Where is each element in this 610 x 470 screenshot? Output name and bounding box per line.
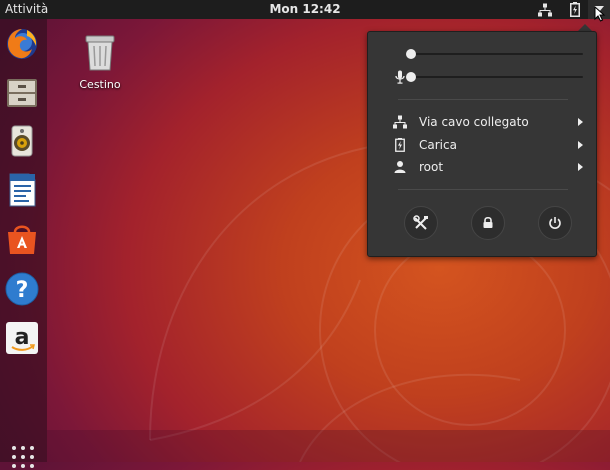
menu-separator [398,99,568,100]
volume-track[interactable] [411,53,583,55]
trash-label: Cestino [79,78,121,91]
menu-item-label: Via cavo collegato [419,115,529,129]
chevron-right-icon [578,141,583,149]
menu-item-label: Carica [419,138,457,152]
menu-pointer [578,24,592,31]
menu-item-label: root [419,160,444,174]
dock: ? a [0,19,47,468]
chevron-right-icon [578,163,583,171]
power-button[interactable] [538,206,572,240]
settings-icon [413,215,428,230]
menu-item-user[interactable]: root [368,157,596,177]
system-menu: Via cavo collegato Carica root [367,31,597,257]
volume-slider[interactable] [368,45,596,63]
help-icon[interactable]: ? [3,270,41,308]
volume-knob[interactable] [406,49,416,59]
power-icon [549,217,561,229]
libreoffice-writer-icon[interactable] [3,171,41,209]
desktop-trash[interactable]: Cestino [76,34,124,91]
files-icon[interactable] [3,73,41,111]
battery-charging-icon[interactable] [570,2,580,17]
amazon-icon[interactable]: a [3,319,41,357]
battery-charging-icon [395,138,405,152]
speaker-icon [394,47,406,61]
microphone-slider[interactable] [368,68,596,86]
menu-item-battery[interactable]: Carica [368,135,596,155]
menu-separator [398,189,568,190]
wired-network-icon[interactable] [538,3,552,17]
microphone-knob[interactable] [406,72,416,82]
settings-button[interactable] [404,206,438,240]
svg-text:a: a [15,325,30,350]
software-center-icon[interactable] [3,220,41,258]
user-icon [394,161,406,173]
microphone-icon [395,70,405,84]
menu-item-wired-network[interactable]: Via cavo collegato [368,112,596,132]
svg-text:?: ? [16,278,29,303]
mouse-pointer-icon [594,6,606,22]
desktop-bottom-strip [47,430,610,462]
lock-button[interactable] [471,206,505,240]
top-bar: Attività Mon 12:42 [0,0,610,19]
lock-icon [483,216,493,228]
firefox-icon[interactable] [3,25,41,63]
rhythmbox-icon[interactable] [3,122,41,160]
trash-icon [85,35,115,71]
microphone-track[interactable] [411,76,583,78]
wired-network-icon [393,115,407,129]
clock[interactable]: Mon 12:42 [0,2,610,16]
chevron-right-icon [578,118,583,126]
show-applications-icon[interactable] [10,444,36,470]
